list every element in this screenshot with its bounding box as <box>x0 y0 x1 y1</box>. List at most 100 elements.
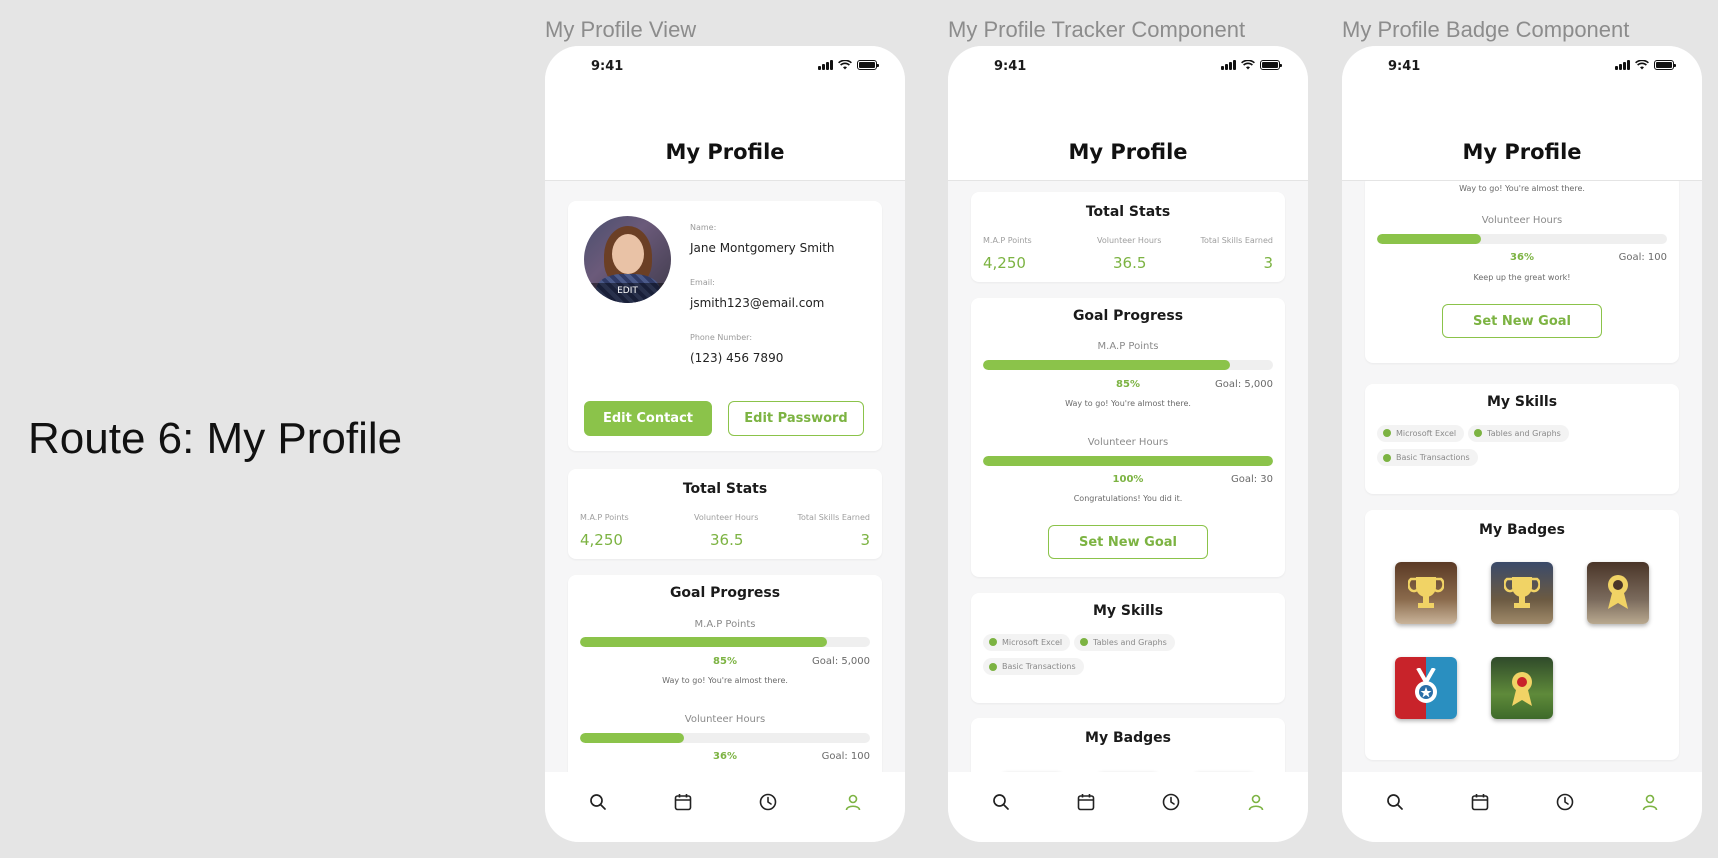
page-title: My Profile <box>1462 140 1582 164</box>
search-icon[interactable] <box>587 791 609 813</box>
goal-progress-title: Goal Progress <box>669 585 781 601</box>
set-new-goal-button[interactable]: Set New Goal <box>1048 525 1208 559</box>
calendar-icon[interactable] <box>1075 791 1097 813</box>
badges-card: My Badges <box>1365 510 1679 760</box>
email-value: jsmith123@email.com <box>690 296 825 310</box>
skills-card: My Skills Microsoft Excel Tables and Grap… <box>971 593 1285 703</box>
phone-value: (123) 456 7890 <box>690 351 784 365</box>
total-stats-title: Total Stats <box>682 481 768 497</box>
medal-star-badge[interactable] <box>1395 657 1457 719</box>
skill-chip: Tables and Graphs <box>1074 633 1175 651</box>
wifi-icon <box>838 60 852 70</box>
clock-icon[interactable] <box>1160 791 1182 813</box>
stat-skills-value: 3 <box>860 531 870 549</box>
skills-card: My Skills Microsoft Excel Tables and Grap… <box>1365 384 1679 494</box>
calendar-icon[interactable] <box>1469 791 1491 813</box>
name-value: Jane Montgomery Smith <box>690 241 835 255</box>
wifi-icon <box>1241 60 1255 70</box>
goal-vol-target: Goal: 100 <box>821 751 870 762</box>
goal-vol-bar <box>983 456 1273 466</box>
skill-chip: Tables and Graphs <box>1468 424 1569 442</box>
calendar-icon[interactable] <box>672 791 694 813</box>
search-icon[interactable] <box>1384 791 1406 813</box>
battery-icon <box>1654 60 1676 70</box>
profile-card: EDIT Name: Jane Montgomery Smith Email: … <box>568 201 882 451</box>
goal-progress-card: Goal Progress M.A.P Points 85% Goal: 5,0… <box>971 298 1285 577</box>
team-badge[interactable] <box>1491 657 1553 719</box>
profile-icon[interactable] <box>1245 791 1267 813</box>
stat-map-value: 4,250 <box>983 254 1026 272</box>
wifi-icon <box>1635 60 1649 70</box>
goal-progress-title: Goal Progress <box>1072 308 1184 324</box>
search-icon[interactable] <box>990 791 1012 813</box>
total-stats-card: Total Stats M.A.P Points 4,250 Volunteer… <box>971 192 1285 282</box>
header: My Profile <box>1342 86 1702 181</box>
goal-map-message: Way to go! You're almost there. <box>662 676 788 685</box>
route-title: Route 6: My Profile <box>28 414 403 463</box>
trophy-badge[interactable] <box>1395 562 1457 624</box>
profile-icon[interactable] <box>842 791 864 813</box>
goal-map-label: M.A.P Points <box>694 619 756 630</box>
progress-fill <box>580 733 685 743</box>
skills-title: My Skills <box>1486 394 1558 410</box>
phone-frame-tracker: 9:41 My Profile Total Stats M.A.P Points… <box>948 46 1308 842</box>
profile-icon[interactable] <box>1639 791 1661 813</box>
content[interactable]: Way to go! You're almost there. Voluntee… <box>1342 181 1702 818</box>
avatar-edit-label[interactable]: EDIT <box>584 283 671 303</box>
status-time: 9:41 <box>1388 59 1421 74</box>
goal-vol-bar <box>1377 234 1667 244</box>
progress-fill <box>983 456 1273 466</box>
stat-skills-label: Total Skills Earned <box>1200 236 1274 245</box>
bottom-nav <box>1342 772 1702 842</box>
skill-chip: Basic Transactions <box>983 658 1084 675</box>
phone-frame-profile-view: 9:41 My Profile EDIT Name: Jane Montgome… <box>545 46 905 842</box>
skill-chip: Microsoft Excel <box>1377 424 1465 442</box>
bottom-nav <box>948 772 1308 842</box>
email-label: Email: <box>690 278 715 287</box>
content[interactable]: EDIT Name: Jane Montgomery Smith Email: … <box>545 181 905 818</box>
header: My Profile <box>948 86 1308 181</box>
clock-icon[interactable] <box>1554 791 1576 813</box>
page-title: My Profile <box>1068 140 1188 164</box>
frame-label-badge: My Profile Badge Component <box>1342 17 1630 42</box>
medal-badge[interactable] <box>1587 562 1649 624</box>
goal-map-target: Goal: 5,000 <box>812 656 870 667</box>
total-stats-title: Total Stats <box>1085 204 1171 220</box>
stat-vol-label: Volunteer Hours <box>1097 236 1162 245</box>
clock-icon[interactable] <box>757 791 779 813</box>
total-stats-card: Total Stats M.A.P Points 4,250 Volunteer… <box>568 469 882 559</box>
stat-vol-value: 36.5 <box>1113 254 1147 272</box>
stat-map-value: 4,250 <box>580 531 623 549</box>
edit-password-button[interactable]: Edit Password <box>728 401 864 436</box>
progress-fill <box>983 360 1230 370</box>
goal-vol-message: Keep up the great work! <box>1473 273 1571 282</box>
goal-map-bar <box>983 360 1273 370</box>
stat-skills-value: 3 <box>1263 254 1273 272</box>
status-bar: 9:41 <box>545 46 905 86</box>
phone-frame-badges: 9:41 My Profile Way to go! You're almost… <box>1342 46 1702 842</box>
goal-map-label: M.A.P Points <box>1097 341 1159 352</box>
avatar[interactable]: EDIT <box>584 216 671 303</box>
goal-vol-target: Goal: 30 <box>1230 474 1273 485</box>
goal-vol-target: Goal: 100 <box>1618 252 1667 263</box>
status-time: 9:41 <box>994 59 1027 74</box>
battery-icon <box>1260 60 1282 70</box>
trophy-badge[interactable] <box>1491 562 1553 624</box>
status-time: 9:41 <box>591 59 624 74</box>
bottom-nav <box>545 772 905 842</box>
set-new-goal-button[interactable]: Set New Goal <box>1442 304 1602 338</box>
battery-icon <box>857 60 879 70</box>
phone-label: Phone Number: <box>690 333 753 342</box>
signal-icon <box>1221 60 1236 70</box>
content[interactable]: Total Stats M.A.P Points 4,250 Volunteer… <box>948 181 1308 818</box>
skills-title: My Skills <box>1092 603 1164 619</box>
goal-vol-label: Volunteer Hours <box>684 714 766 725</box>
skills-list: Microsoft Excel Tables and Graphs Basic T… <box>983 631 1273 680</box>
goal-map-message: Way to go! You're almost there. <box>1459 184 1585 193</box>
name-label: Name: <box>690 223 717 232</box>
progress-fill <box>580 637 827 647</box>
edit-contact-button[interactable]: Edit Contact <box>584 401 712 436</box>
status-bar: 9:41 <box>948 46 1308 86</box>
badges-title: My Badges <box>1085 730 1171 746</box>
frame-label-profile-view: My Profile View <box>545 17 697 42</box>
